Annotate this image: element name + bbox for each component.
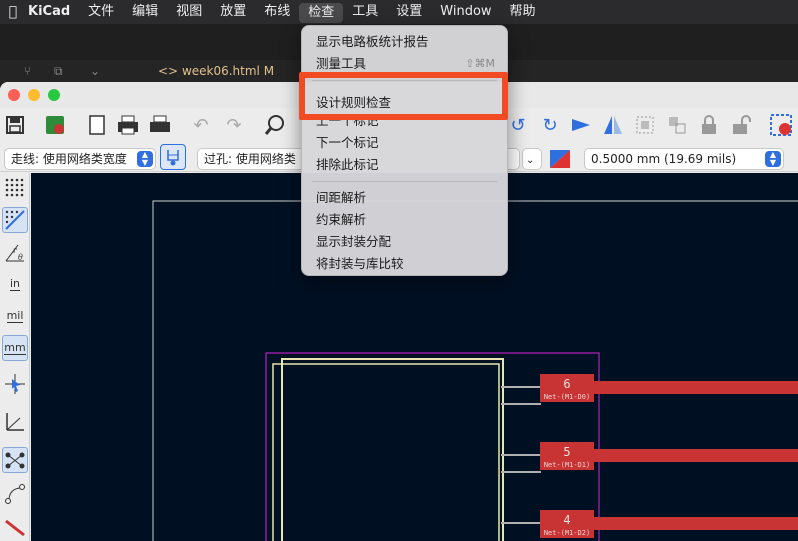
menu-item-clearance-resolution[interactable]: 间距解析 bbox=[302, 187, 507, 209]
menu-item-label: 设计规则检查 bbox=[316, 95, 392, 110]
zoom-window-button[interactable] bbox=[48, 89, 60, 101]
menu-item-label: 排除此标记 bbox=[316, 157, 379, 172]
editor-tab-label: week06.html M bbox=[181, 64, 275, 78]
menu-item-label: 测量工具 bbox=[316, 56, 367, 71]
menu-tools[interactable]: 工具 bbox=[343, 0, 387, 24]
menu-file[interactable]: 文件 bbox=[79, 0, 123, 24]
menu-separator bbox=[312, 80, 497, 81]
plot-icon[interactable] bbox=[147, 112, 173, 138]
pad-net-6: Net-(M1-D0) bbox=[544, 393, 590, 401]
polar-coordinates-icon[interactable]: rθ bbox=[2, 239, 28, 265]
grid-dots-icon[interactable] bbox=[2, 175, 28, 201]
left-toolbar: rθ in mil mm bbox=[0, 173, 30, 541]
menu-window[interactable]: Window bbox=[431, 0, 500, 24]
editor-tab[interactable]: <> week06.html M bbox=[158, 64, 274, 78]
via-size-value: 过孔: 使用网络类 bbox=[204, 152, 296, 166]
track-display-icon[interactable] bbox=[2, 513, 28, 539]
menu-item-constraints-resolution[interactable]: 约束解析 bbox=[302, 209, 507, 231]
menu-item-exclude-marker[interactable]: 排除此标记 bbox=[302, 154, 507, 176]
menu-kicad[interactable]: KiCad bbox=[26, 0, 79, 24]
mirror-horizontal-icon[interactable] bbox=[568, 112, 594, 138]
menu-item-label: 间距解析 bbox=[316, 190, 367, 205]
menu-item-show-footprint-associations[interactable]: 显示封装分配 bbox=[302, 231, 507, 253]
units-mil-label: mil bbox=[6, 309, 24, 323]
via-size-select[interactable]: 过孔: 使用网络类 bbox=[197, 148, 307, 170]
layer-pair-icon[interactable] bbox=[547, 146, 573, 172]
undo-icon[interactable]: ↶ bbox=[188, 112, 214, 138]
ratsnest-icon[interactable] bbox=[2, 447, 28, 473]
menu-route[interactable]: 布线 bbox=[255, 0, 299, 24]
curved-ratsnest-icon[interactable] bbox=[2, 481, 28, 507]
print-icon[interactable] bbox=[115, 112, 141, 138]
grid-overrides-icon[interactable] bbox=[2, 207, 28, 233]
menu-item-label: 显示封装分配 bbox=[316, 234, 392, 249]
cursor-crosshair-icon[interactable] bbox=[2, 371, 28, 397]
menu-item-design-rules-checker[interactable]: 设计规则检查 bbox=[302, 86, 507, 120]
ungroup-icon[interactable] bbox=[664, 112, 690, 138]
menu-item-compare-footprint-with-library[interactable]: 将封装与库比较 bbox=[302, 253, 507, 275]
units-mm-label: mm bbox=[4, 341, 26, 355]
extensions-icon: ⧉ bbox=[54, 64, 63, 78]
drc-icon[interactable] bbox=[768, 112, 794, 138]
page-settings-icon[interactable] bbox=[84, 112, 110, 138]
find-icon[interactable] bbox=[262, 112, 288, 138]
save-icon[interactable] bbox=[2, 112, 28, 138]
menu-item-measure-tool[interactable]: 测量工具 ⇧⌘M bbox=[302, 53, 507, 75]
menu-separator bbox=[312, 181, 497, 182]
menu-preferences[interactable]: 设置 bbox=[387, 0, 431, 24]
close-window-button[interactable] bbox=[8, 89, 20, 101]
menu-inspect[interactable]: 检查 bbox=[299, 3, 344, 23]
branch-icon: ⑂ bbox=[24, 64, 32, 78]
minimize-window-button[interactable] bbox=[28, 89, 40, 101]
rotate-ccw-icon[interactable]: ↺ bbox=[505, 112, 531, 138]
chevron-updown-icon: ▲ ▼ bbox=[137, 151, 153, 167]
layer-dropdown-button[interactable]: ⌄ bbox=[522, 148, 542, 170]
footprint-fab-outline bbox=[272, 363, 500, 541]
pad-net-4: Net-(M1-D2) bbox=[544, 529, 590, 537]
menu-item-shortcut: ⇧⌘M bbox=[465, 57, 495, 70]
grid-size-value: 0.5000 mm (19.69 mils) bbox=[591, 152, 737, 166]
track-5 bbox=[594, 449, 798, 462]
axis-icon[interactable] bbox=[2, 409, 28, 435]
menu-help[interactable]: 帮助 bbox=[501, 0, 545, 24]
menu-place[interactable]: 放置 bbox=[211, 0, 255, 24]
apple-icon[interactable]:  bbox=[0, 4, 26, 20]
menu-item-label: 显示电路板统计报告 bbox=[316, 34, 429, 49]
group-icon[interactable] bbox=[632, 112, 658, 138]
mirror-vertical-icon[interactable] bbox=[600, 112, 626, 138]
track-via-size-toggle-icon[interactable] bbox=[160, 144, 186, 170]
track-width-value: 走线: 使用网络类宽度 bbox=[11, 152, 127, 166]
pad-number-5: 5 bbox=[563, 445, 570, 459]
inspect-menu-dropdown: 显示电路板统计报告 测量工具 ⇧⌘M 设计规则检查 上一个标记 下一个标记 排除此… bbox=[301, 25, 508, 276]
units-mil-button[interactable]: mil bbox=[2, 303, 28, 329]
unlock-icon[interactable] bbox=[728, 112, 754, 138]
menu-view[interactable]: 视图 bbox=[167, 0, 211, 24]
chevron-updown-icon: ▲ ▼ bbox=[765, 151, 781, 167]
menu-item-next-marker[interactable]: 下一个标记 bbox=[302, 132, 507, 154]
menu-item-board-statistics[interactable]: 显示电路板统计报告 bbox=[302, 31, 507, 53]
footprint-silkscreen bbox=[281, 358, 504, 541]
rotate-cw-icon[interactable]: ↻ bbox=[537, 112, 563, 138]
chevron-down-icon: ⌄ bbox=[526, 155, 535, 166]
pad-number-6: 6 bbox=[563, 377, 570, 391]
pad-number-4: 4 bbox=[563, 513, 570, 527]
menu-edit[interactable]: 编辑 bbox=[123, 0, 167, 24]
units-inch-label: in bbox=[9, 277, 21, 291]
menu-bar:  KiCad 文件 编辑 视图 放置 布线 检查 工具 设置 Window 帮… bbox=[0, 0, 798, 24]
units-inch-button[interactable]: in bbox=[2, 271, 28, 297]
track-4 bbox=[594, 517, 798, 530]
track-width-select[interactable]: 走线: 使用网络类宽度 ▲ ▼ bbox=[4, 148, 156, 170]
pad-net-5: Net-(M1-D1) bbox=[544, 461, 590, 469]
grid-size-select[interactable]: 0.5000 mm (19.69 mils) ▲ ▼ bbox=[584, 148, 784, 170]
redo-icon[interactable]: ↷ bbox=[221, 112, 247, 138]
menu-item-label: 约束解析 bbox=[316, 212, 367, 227]
menu-item-label: 将封装与库比较 bbox=[316, 256, 404, 271]
chevron-down-icon: ⌄ bbox=[90, 64, 101, 78]
svg-text:θ: θ bbox=[18, 253, 23, 262]
menu-item-label: 下一个标记 bbox=[316, 135, 379, 150]
lock-icon[interactable] bbox=[696, 112, 722, 138]
board-setup-icon[interactable] bbox=[42, 112, 68, 138]
units-mm-button[interactable]: mm bbox=[2, 335, 28, 361]
track-6 bbox=[594, 381, 798, 394]
